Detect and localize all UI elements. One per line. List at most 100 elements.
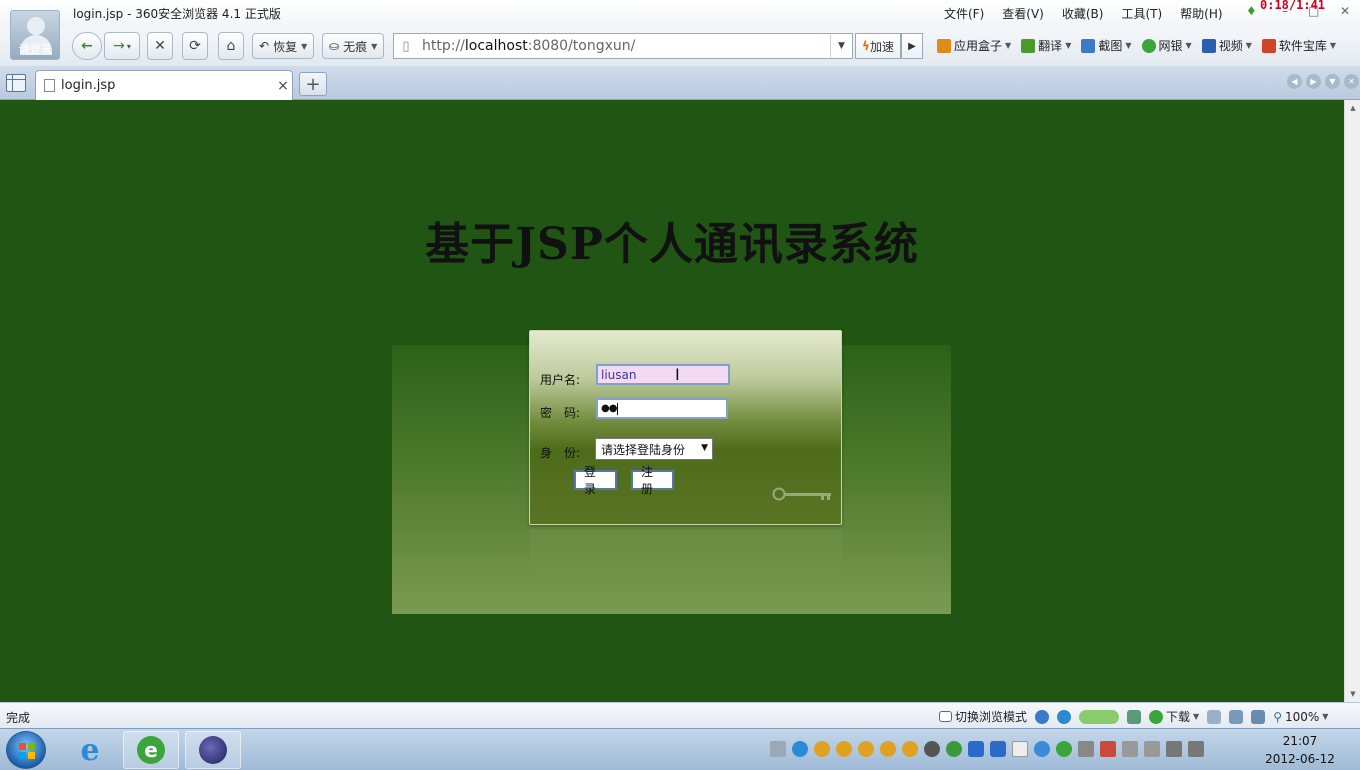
menu-favorites[interactable]: 收藏(B) (1062, 5, 1104, 22)
address-bar[interactable]: ▯ http://localhost:8080/tongxun/ ▼ (393, 33, 853, 59)
skin-icon[interactable]: ♦ (1246, 4, 1257, 18)
windows-logo-icon (19, 743, 35, 759)
system-clock[interactable]: 21:07 2012-06-12 (1262, 732, 1338, 768)
taskbar-eclipse[interactable] (185, 731, 241, 769)
banking-icon (1141, 38, 1156, 53)
download-icon (1149, 709, 1164, 724)
plugin-screenshot[interactable]: 截图 ▼ (1081, 37, 1132, 54)
page-tools-icon[interactable] (1207, 709, 1222, 724)
qq-icon[interactable] (836, 741, 852, 757)
qq-icon[interactable] (880, 741, 896, 757)
qq-icon[interactable] (858, 741, 874, 757)
security-icon[interactable] (990, 741, 1006, 757)
usb-icon[interactable] (1144, 741, 1160, 757)
home-icon: ⌂ (226, 38, 236, 54)
close-all-tabs-icon[interactable]: ✕ (1344, 74, 1359, 89)
maximize-icon[interactable]: □ (1308, 4, 1319, 18)
flag-icon[interactable] (1122, 741, 1138, 757)
tab-login[interactable]: login.jsp × (35, 70, 293, 100)
url-text[interactable]: http://localhost:8080/tongxun/ (418, 38, 830, 54)
close-icon[interactable]: ✕ (1340, 4, 1350, 18)
go-button[interactable]: ▶ (901, 33, 923, 59)
home-button[interactable]: ⌂ (218, 32, 244, 60)
vertical-scrollbar[interactable]: ▲ ▼ (1344, 100, 1360, 702)
network-status-icon[interactable] (1166, 741, 1182, 757)
tab-close-icon[interactable]: × (274, 78, 292, 94)
menu-tools[interactable]: 工具(T) (1121, 5, 1162, 22)
video-icon (1201, 38, 1216, 53)
panel-reflection (530, 530, 842, 614)
scroll-up-icon[interactable]: ▲ (1345, 100, 1360, 116)
taskbar: e e 21:07 2012-06-12 (0, 728, 1360, 770)
plugin-banking[interactable]: 网银 ▼ (1141, 37, 1192, 54)
start-button[interactable] (6, 731, 46, 769)
tray-tool-icon[interactable] (924, 741, 940, 757)
calculator-icon[interactable] (1127, 709, 1142, 724)
username-input[interactable]: liusan (596, 364, 730, 385)
forward-button[interactable]: → ▾ (104, 32, 140, 60)
login-button[interactable]: 登录 (574, 465, 617, 496)
minimize-icon[interactable]: – (1282, 4, 1288, 18)
tab-list-icon[interactable]: ▼ (1325, 74, 1340, 89)
keyboard-icon[interactable] (770, 741, 786, 757)
password-label: 密 码: (540, 406, 581, 420)
magnifier-icon: ⚲ (1273, 709, 1282, 724)
role-select[interactable]: 请选择登陆身份 ▼ (595, 438, 713, 460)
qq-icon[interactable] (902, 741, 918, 757)
tab-scroll-right-icon[interactable]: ▶ (1306, 74, 1321, 89)
plugin-video[interactable]: 视频 ▼ (1201, 37, 1252, 54)
menu-help[interactable]: 帮助(H) (1180, 5, 1222, 22)
qq-icon[interactable] (814, 741, 830, 757)
refresh-tray-icon[interactable] (1056, 741, 1072, 757)
title-bar: login.jsp - 360安全浏览器 4.1 正式版 文件(F) 查看(V)… (0, 0, 1360, 28)
menu-file[interactable]: 文件(F) (944, 5, 984, 22)
browser-360-icon: e (137, 736, 165, 764)
menu-view[interactable]: 查看(V) (1002, 5, 1044, 22)
zoom-control[interactable]: ⚲ 100% ▼ (1273, 710, 1328, 724)
scroll-down-icon[interactable]: ▼ (1345, 686, 1360, 702)
switch-mode-button[interactable]: 切换浏览模式 (939, 708, 1027, 725)
password-input[interactable]: ●● (596, 398, 728, 419)
plus-icon: + (305, 73, 321, 95)
tab-scroll-left-icon[interactable]: ◀ (1287, 74, 1302, 89)
taskbar-ie[interactable]: e (62, 731, 118, 769)
notepad-icon[interactable] (1012, 741, 1028, 757)
download-button[interactable]: 下载 ▼ (1149, 708, 1199, 725)
ie-mode-icon[interactable] (1035, 709, 1050, 724)
restore-button[interactable]: ↶ 恢复 ▼ (252, 33, 315, 59)
incognito-label: 无痕 (343, 39, 368, 54)
toggle-switch-icon[interactable] (1079, 709, 1120, 724)
user-avatar[interactable]: 请登录 (10, 10, 60, 60)
screenshot-icon (1081, 38, 1096, 53)
plugin-app-box[interactable]: 应用盒子 ▼ (937, 37, 1011, 54)
screen-icon[interactable] (1229, 709, 1244, 724)
plugin-translate[interactable]: 翻译 ▼ (1021, 37, 1071, 54)
refresh-button[interactable]: ⟳ (182, 32, 208, 60)
incognito-button[interactable]: ⛀ 无痕 ▼ (322, 33, 385, 59)
speedup-button[interactable]: ϟ 加速 (855, 33, 901, 59)
tray-red-icon[interactable] (1100, 741, 1116, 757)
register-button[interactable]: 注册 (631, 465, 674, 496)
lightning-icon: ϟ (862, 39, 870, 53)
url-history-dropdown[interactable]: ▼ (830, 34, 852, 58)
shield-icon[interactable] (968, 741, 984, 757)
incognito-icon: ⛀ (329, 39, 340, 53)
plugin-software-store[interactable]: 软件宝库 ▼ (1261, 37, 1336, 54)
role-label: 身 份: (540, 446, 581, 460)
device-icon[interactable] (1078, 741, 1094, 757)
back-button[interactable]: ← (72, 32, 102, 60)
network-icon[interactable] (1057, 709, 1072, 724)
menu-bar: 文件(F) 查看(V) 收藏(B) 工具(T) 帮助(H) (944, 5, 1223, 22)
network-tray-icon[interactable] (1034, 741, 1050, 757)
volume-icon[interactable] (1251, 709, 1266, 724)
window-title: login.jsp - 360安全浏览器 4.1 正式版 (73, 7, 281, 21)
speaker-icon[interactable] (1188, 741, 1204, 757)
stop-button[interactable]: ✕ (147, 32, 173, 60)
sidebar-toggle-icon[interactable] (6, 74, 26, 92)
taskbar-360-browser[interactable]: e (123, 731, 179, 769)
navigation-toolbar: ← → ▾ ✕ ⟳ ⌂ ↶ 恢复 ▼ ⛀ 无痕 ▼ ▯ http://localh… (0, 28, 1360, 66)
tray-app-icon[interactable] (792, 741, 808, 757)
tray-green-icon[interactable] (946, 741, 962, 757)
new-tab-button[interactable]: + (299, 72, 327, 96)
eclipse-icon (199, 736, 227, 764)
